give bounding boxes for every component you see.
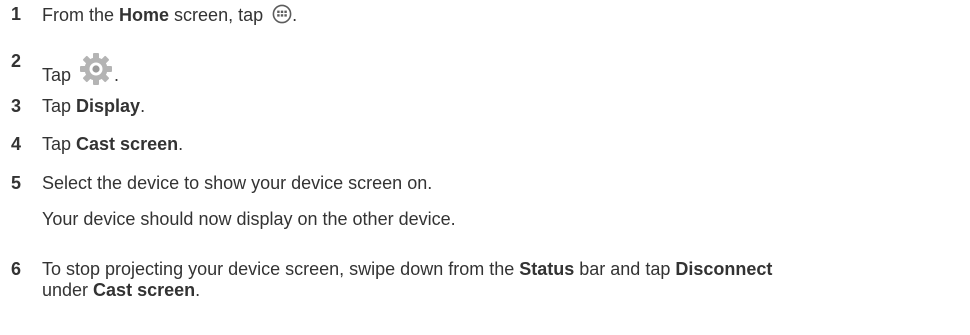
step-text: To stop projecting your device screen, s… <box>42 259 773 279</box>
apps-icon <box>272 4 292 24</box>
step-6-continuation: under Cast screen. <box>42 280 201 300</box>
step-text: Tap . <box>42 51 119 87</box>
step-text: Select the device to show your device sc… <box>42 173 433 193</box>
step-number: 1 <box>11 4 22 24</box>
step-text: Tap Cast screen. <box>42 134 184 154</box>
step-number: 6 <box>11 259 22 279</box>
step-note: Your device should now display on the ot… <box>42 209 456 229</box>
step-number: 2 <box>11 51 22 71</box>
settings-gear-icon <box>78 51 114 87</box>
step-text: Tap Display. <box>42 96 146 116</box>
step-text: From the Home screen, tap . <box>42 4 298 25</box>
step-number: 5 <box>11 173 22 193</box>
step-number: 4 <box>11 134 22 154</box>
step-number: 3 <box>11 96 22 116</box>
